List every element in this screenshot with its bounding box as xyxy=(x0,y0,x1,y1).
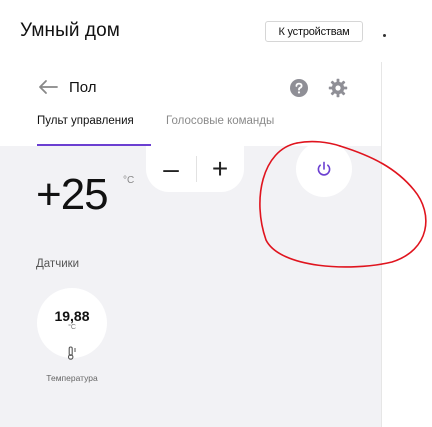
temperature-unit: °C xyxy=(123,175,135,186)
thermometer-icon xyxy=(67,346,76,360)
temperature-value: +25 xyxy=(36,170,109,219)
sensors-title: Датчики xyxy=(36,258,80,270)
devices-button[interactable]: К устройствам xyxy=(265,21,363,42)
app-title: Умный дом xyxy=(20,20,120,41)
power-button[interactable] xyxy=(296,141,352,197)
menu-dot[interactable] xyxy=(383,34,386,37)
help-icon[interactable] xyxy=(290,79,308,97)
sensor-label: Температура xyxy=(46,373,98,383)
back-arrow-icon[interactable] xyxy=(37,78,59,96)
right-divider xyxy=(381,62,382,427)
power-icon xyxy=(317,161,331,176)
page-title: Пол xyxy=(69,79,97,96)
tab-voice-commands[interactable]: Голосовые команды xyxy=(166,115,274,127)
sensor-value: 19,88 xyxy=(54,308,90,324)
sensor-unit: °C xyxy=(68,324,76,331)
tab-control-panel[interactable]: Пульт управления xyxy=(37,115,134,127)
stepper-separator xyxy=(196,156,197,182)
decrease-button[interactable]: – xyxy=(151,151,191,187)
gear-icon[interactable] xyxy=(328,78,348,98)
increase-button[interactable]: + xyxy=(200,151,240,187)
